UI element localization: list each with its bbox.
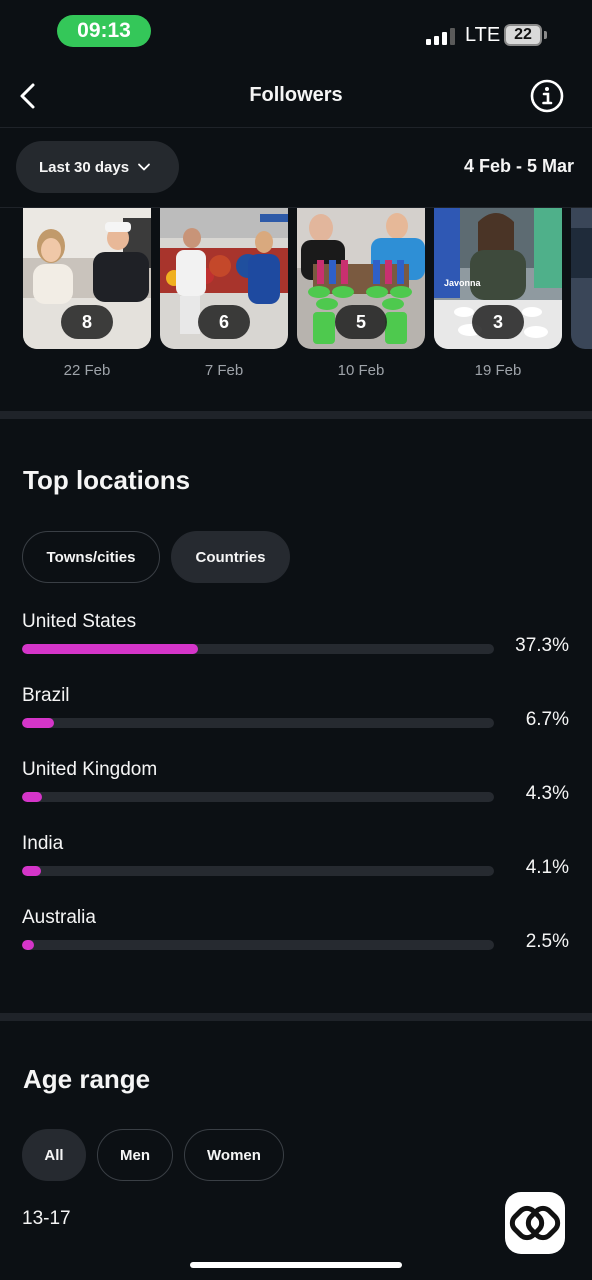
location-bar-fill xyxy=(22,866,42,876)
location-name: United Kingdom xyxy=(22,759,158,780)
date-range-dropdown-label: Last 30 days xyxy=(39,158,130,176)
post-follow-count: 5 xyxy=(335,305,387,339)
location-row: United States 37.3% xyxy=(22,611,572,685)
posts-carousel[interactable]: 8 22 Feb 6 7 Feb 5 10 Feb Javonna 3 19 F… xyxy=(0,207,592,407)
location-percent: 4.3% xyxy=(525,783,569,804)
chevron-down-icon xyxy=(138,163,150,171)
battery-icon: 22 xyxy=(504,24,542,46)
info-button[interactable] xyxy=(529,78,565,114)
post-thumbnail: Javonna 3 xyxy=(434,208,562,349)
status-bar: 09:13 LTE 22 xyxy=(0,0,592,64)
location-row: United Kingdom 4.3% xyxy=(22,759,572,833)
location-bar-track xyxy=(22,866,494,876)
post-follow-count: 6 xyxy=(198,305,250,339)
post-thumbnail: 8 xyxy=(23,208,151,349)
location-row: Australia 2.5% xyxy=(22,907,572,981)
header: Followers xyxy=(0,64,592,128)
location-name: Brazil xyxy=(22,685,70,706)
page-title: Followers xyxy=(249,84,343,106)
location-bar-track xyxy=(22,644,494,654)
tab-women[interactable]: Women xyxy=(184,1129,284,1181)
post-follow-count: 8 xyxy=(61,305,113,339)
location-name: United States xyxy=(22,611,137,632)
home-indicator[interactable] xyxy=(190,1262,402,1268)
post-thumbnail: 5 xyxy=(297,208,425,349)
link-logo-icon xyxy=(509,1205,561,1241)
post-card[interactable]: 8 22 Feb xyxy=(23,208,151,379)
location-percent: 4.1% xyxy=(525,857,569,878)
post-overlay-text: Javonna xyxy=(444,278,481,288)
post-thumbnail: 6 xyxy=(160,208,288,349)
date-range-dropdown[interactable]: Last 30 days xyxy=(16,141,179,193)
location-bar-track xyxy=(22,718,494,728)
status-time[interactable]: 09:13 xyxy=(57,15,151,47)
location-bar-fill xyxy=(22,644,199,654)
location-name: Australia xyxy=(22,907,96,928)
tab-men[interactable]: Men xyxy=(97,1129,173,1181)
location-percent: 6.7% xyxy=(525,709,569,730)
location-name: India xyxy=(22,833,64,854)
location-bar-fill xyxy=(22,940,34,950)
battery-nub xyxy=(544,31,547,39)
signal-icon xyxy=(426,25,455,45)
age-bucket-label: 13-17 xyxy=(22,1208,71,1229)
post-follow-count: 3 xyxy=(472,305,524,339)
tab-countries[interactable]: Countries xyxy=(171,531,290,583)
location-bar-fill xyxy=(22,792,43,802)
post-thumbnail xyxy=(571,208,592,349)
top-locations-title: Top locations xyxy=(23,465,191,495)
location-bar-track xyxy=(22,792,494,802)
post-card[interactable]: 6 7 Feb xyxy=(160,208,288,379)
floating-app-button[interactable] xyxy=(505,1192,565,1254)
post-date: 19 Feb xyxy=(474,362,522,379)
location-percent: 37.3% xyxy=(515,635,569,656)
location-row: India 4.1% xyxy=(22,833,572,907)
post-date: 7 Feb xyxy=(204,362,244,379)
tab-all[interactable]: All xyxy=(22,1129,86,1181)
location-percent: 2.5% xyxy=(525,931,569,952)
tab-towns-cities[interactable]: Towns/cities xyxy=(22,531,160,583)
post-date: 10 Feb xyxy=(337,362,385,379)
age-range-title: Age range xyxy=(23,1064,151,1094)
info-icon xyxy=(530,79,564,113)
post-card[interactable]: Javonna 3 19 Feb xyxy=(434,208,562,379)
post-card[interactable]: 5 10 Feb xyxy=(297,208,425,379)
location-bar-fill xyxy=(22,718,54,728)
section-divider xyxy=(0,1013,592,1021)
section-divider xyxy=(0,411,592,419)
post-date: 22 Feb xyxy=(63,362,111,379)
location-row: Brazil 6.7% xyxy=(22,685,572,759)
post-card-partial[interactable] xyxy=(571,208,592,349)
network-type: LTE xyxy=(465,24,501,46)
location-bar-track xyxy=(22,940,494,950)
date-range-text: 4 Feb - 5 Mar xyxy=(463,156,574,176)
